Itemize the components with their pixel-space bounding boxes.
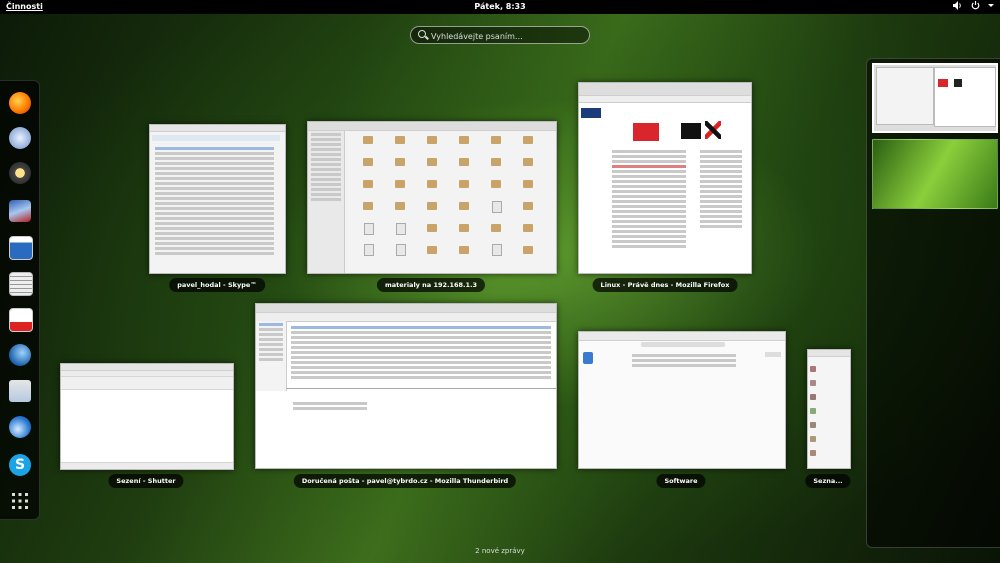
- window-label-firefox[interactable]: Linux - Právě dnes - Mozilla Firefox: [592, 278, 738, 292]
- top-bar: Činnosti Pátek, 8:33: [0, 0, 1000, 14]
- rhythmbox-icon[interactable]: [6, 159, 34, 187]
- window-label-skype[interactable]: pavel_hodal - Skype™: [169, 278, 265, 292]
- clock[interactable]: Pátek, 8:33: [0, 1, 1000, 13]
- volume-icon[interactable]: [953, 1, 963, 14]
- show-applications-icon[interactable]: [6, 487, 34, 515]
- firefox-icon[interactable]: [6, 89, 34, 117]
- window-label-thunderbird[interactable]: Doručená pošta - pavel@tybrdo.cz - Mozil…: [293, 474, 517, 488]
- window-label-shutter[interactable]: Sezení - Shutter: [108, 474, 184, 488]
- window-label-contacts[interactable]: Sezna...: [805, 474, 851, 488]
- window-thumbnail-firefox[interactable]: [578, 82, 752, 274]
- workspace-2[interactable]: [872, 139, 998, 209]
- notification-count[interactable]: 2 nové zprávy: [0, 547, 1000, 555]
- writer-icon[interactable]: [6, 233, 34, 261]
- empathy-icon[interactable]: [6, 124, 34, 152]
- search-input[interactable]: [429, 28, 583, 44]
- shotwell-icon[interactable]: [6, 197, 34, 225]
- workspace-1[interactable]: [872, 63, 998, 133]
- dash: S: [0, 80, 40, 520]
- window-thumbnail-skype[interactable]: [149, 124, 286, 274]
- window-label-nautilus[interactable]: materialy na 192.168.1.3: [376, 278, 486, 292]
- power-icon[interactable]: [971, 1, 980, 14]
- window-thumbnail-shutter[interactable]: [60, 363, 234, 470]
- thunderbird-icon[interactable]: [6, 413, 34, 441]
- documents-icon[interactable]: [6, 269, 34, 297]
- thunderbird-alt-icon[interactable]: [6, 341, 34, 369]
- search-box[interactable]: [410, 26, 590, 44]
- window-thumbnail-thunderbird[interactable]: [255, 303, 557, 469]
- window-label-software[interactable]: Software: [656, 474, 706, 488]
- skype-icon[interactable]: S: [6, 451, 34, 479]
- chevron-down-icon[interactable]: [988, 1, 994, 14]
- window-thumbnail-software[interactable]: [578, 331, 786, 469]
- software-icon[interactable]: [6, 377, 34, 405]
- window-thumbnail-nautilus[interactable]: [307, 121, 557, 274]
- system-tray[interactable]: [953, 1, 994, 14]
- window-thumbnail-contacts[interactable]: [807, 349, 851, 469]
- workspace-switcher: [866, 58, 1000, 548]
- search-icon: [418, 30, 426, 38]
- document-viewer-icon[interactable]: [6, 305, 34, 333]
